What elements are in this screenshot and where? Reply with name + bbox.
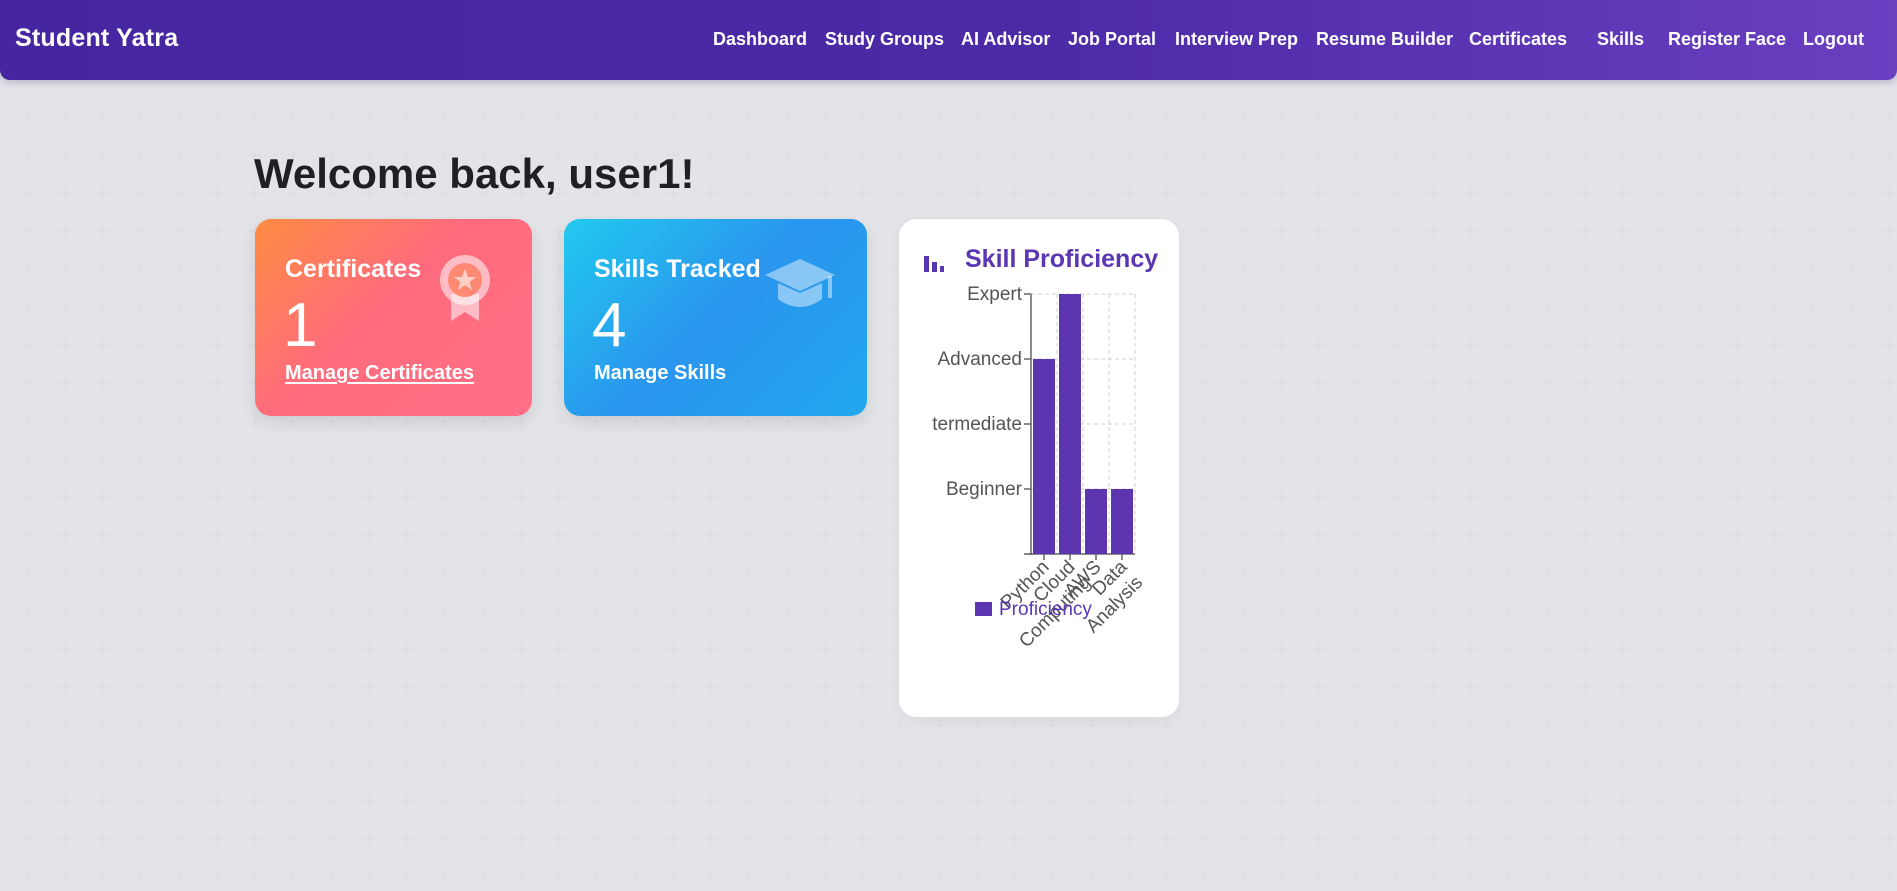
bar-cloud-computing (1059, 294, 1081, 554)
certificates-card[interactable]: Certificates 1 Manage Certificates (255, 219, 532, 416)
nav-ai-advisor[interactable]: AI Advisor (961, 29, 1050, 50)
manage-certificates-link[interactable]: Manage Certificates (285, 362, 474, 385)
skill-proficiency-card: Skill Proficiency Beginner termediate Adva… (898, 218, 1180, 718)
legend-swatch (975, 602, 992, 616)
certificates-count: 1 (283, 291, 318, 360)
legend-label: Proficiency (999, 599, 1092, 620)
nav-register-face[interactable]: Register Face (1668, 29, 1786, 50)
nav-dashboard[interactable]: Dashboard (713, 29, 807, 50)
nav-certificates[interactable]: Certificates (1469, 29, 1567, 50)
nav-resume-builder[interactable]: Resume Builder (1316, 29, 1453, 50)
certificates-card-title: Certificates (285, 255, 422, 283)
y-tick-label: Beginner (946, 479, 1023, 500)
skill-proficiency-chart: BeginnertermediateAdvancedExpertPythonCl… (932, 284, 1147, 652)
nav-interview-prep[interactable]: Interview Prep (1175, 29, 1298, 50)
skills-card-title: Skills Tracked (594, 255, 761, 283)
navbar: Student Yatra Dashboard Study Groups AI Ad… (0, 0, 1897, 80)
bar-data-analysis (1111, 489, 1133, 554)
nav-study-groups[interactable]: Study Groups (825, 29, 944, 50)
nav-logout[interactable]: Logout (1803, 29, 1864, 50)
award-icon (440, 255, 490, 321)
skills-card[interactable]: Skills Tracked 4 Manage Skills (564, 219, 867, 416)
manage-skills-link[interactable]: Manage Skills (594, 362, 726, 385)
y-tick-label: Advanced (937, 349, 1022, 370)
nav-job-portal[interactable]: Job Portal (1068, 29, 1156, 50)
bar-aws (1085, 489, 1107, 554)
bar-python (1033, 359, 1055, 554)
skills-count: 4 (592, 291, 627, 360)
nav-skills[interactable]: Skills (1597, 29, 1644, 50)
brand-logo[interactable]: Student Yatra (15, 24, 178, 53)
graduation-cap-icon (765, 259, 835, 307)
y-tick-label: Expert (967, 284, 1023, 305)
y-tick-label: termediate (932, 414, 1022, 435)
welcome-heading: Welcome back, user1! (254, 150, 695, 197)
